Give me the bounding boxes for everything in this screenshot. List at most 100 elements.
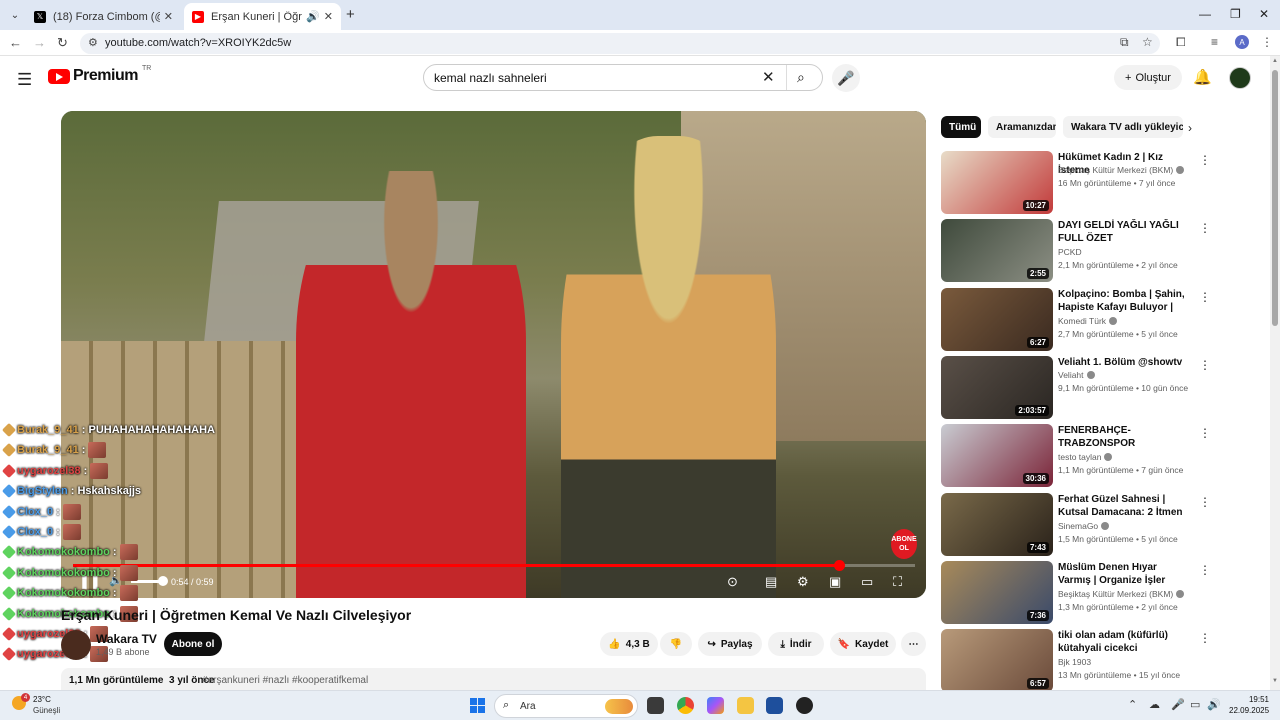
volume-icon[interactable]: 🔊	[1207, 698, 1221, 711]
weather-description[interactable]: Güneşli	[33, 706, 60, 715]
more-vertical-icon[interactable]: ⋮	[1199, 631, 1211, 645]
video-thumbnail[interactable]: 6:27	[941, 287, 1053, 351]
recommended-channel[interactable]: Komedi Türk	[1058, 316, 1118, 326]
account-avatar[interactable]	[1229, 67, 1251, 89]
recommended-title[interactable]: Kolpaçino: Bomba | Şahin, Hapiste Kafayı…	[1058, 288, 1190, 315]
tab-search-chevron-icon[interactable]: ⌄	[6, 6, 24, 24]
close-window-icon[interactable]: ✕	[1259, 7, 1269, 21]
search-icon[interactable]: ⌕	[797, 69, 805, 86]
speaker-icon[interactable]: 🔊	[306, 10, 320, 23]
store-icon[interactable]	[766, 697, 783, 714]
recommended-video[interactable]: 7:36 Müslüm Denen Hıyar Varmış | Organize…	[941, 560, 1211, 625]
video-thumbnail[interactable]: 7:36	[941, 560, 1053, 624]
windows-start-icon[interactable]	[470, 698, 485, 713]
weather-temperature[interactable]: 23°C	[33, 695, 51, 704]
chip-1[interactable]: Aramanızdan	[988, 116, 1056, 138]
miniplayer-icon[interactable]: ▣	[829, 574, 841, 590]
profile-avatar[interactable]: A	[1235, 35, 1249, 49]
close-tab-icon[interactable]: ✕	[324, 10, 333, 23]
channel-avatar[interactable]	[61, 630, 91, 660]
scroll-up-icon[interactable]: ▲	[1272, 58, 1278, 64]
channel-name[interactable]: Wakara TV	[96, 632, 157, 646]
bookmark-star-icon[interactable]: ☆	[1142, 35, 1153, 49]
settings-gear-icon[interactable]: ⚙	[797, 574, 809, 590]
new-tab-icon[interactable]: +	[346, 6, 355, 23]
recommended-title[interactable]: Ferhat Güzel Sahnesi | Kutsal Damacana: …	[1058, 493, 1190, 520]
page-scrollbar[interactable]: ▲ ▼	[1270, 56, 1280, 690]
network-icon[interactable]: ▭	[1190, 698, 1200, 711]
scrollbar-thumb[interactable]	[1272, 70, 1278, 326]
restore-icon[interactable]: ❐	[1230, 7, 1241, 21]
site-info-icon[interactable]: ⚙	[88, 36, 98, 49]
reload-icon[interactable]: ↻	[57, 35, 68, 51]
recommended-channel[interactable]: SinemaGo	[1058, 521, 1110, 531]
video-thumbnail[interactable]: 30:36	[941, 424, 1053, 488]
voice-search-mic-icon[interactable]: 🎤	[832, 64, 860, 92]
recommended-title[interactable]: tiki olan adam (küfürlü) kütahyali cicek…	[1058, 629, 1190, 655]
chip-0[interactable]: Tümü	[941, 116, 981, 138]
tab-forza-cimbom[interactable]: 𝕏 (18) Forza Cimbom (@forzacimbom) ✕	[26, 3, 181, 30]
more-actions-button[interactable]: ⋯	[901, 632, 926, 656]
forward-icon[interactable]: →	[33, 35, 46, 50]
recommended-video[interactable]: 6:57 tiki olan adam (küfürlü) kütahyali c…	[941, 629, 1211, 693]
description-box[interactable]: 1,1 Mn görüntüleme 3 yıl önce #erşankune…	[61, 668, 926, 692]
scroll-down-icon[interactable]: ▼	[1272, 678, 1278, 684]
recommended-channel[interactable]: testo taylan	[1058, 452, 1113, 462]
recommended-video[interactable]: 2:55 DAYI GELDİ YAĞLI YAĞLI FULL ÖZET PCKD…	[941, 219, 1211, 283]
install-app-icon[interactable]: ⧉	[1120, 35, 1129, 50]
address-bar[interactable]: ⚙ youtube.com/watch?v=XROIYK2dc5w	[80, 33, 1160, 54]
recommended-channel[interactable]: Veliaht	[1058, 370, 1095, 380]
kebab-menu-icon[interactable]: ⋮	[1261, 35, 1273, 49]
video-thumbnail[interactable]: 6:57	[941, 629, 1053, 693]
dislike-button[interactable]: 👎	[660, 632, 692, 656]
recommended-title[interactable]: FENERBAHÇE-TRABZONSPOR @KadıköyBoğasıOff…	[1058, 424, 1190, 451]
download-button[interactable]: ⤓ İndir	[768, 632, 824, 656]
more-vertical-icon[interactable]: ⋮	[1199, 221, 1211, 235]
system-clock[interactable]: 19:51 22.09.2025	[1229, 694, 1269, 716]
minimize-icon[interactable]: —	[1199, 7, 1211, 21]
more-vertical-icon[interactable]: ⋮	[1199, 495, 1211, 509]
more-vertical-icon[interactable]: ⋮	[1199, 153, 1211, 167]
chevron-right-icon[interactable]: ›	[1188, 121, 1192, 135]
youtube-premium-logo[interactable]: Premium TR	[48, 65, 151, 85]
video-thumbnail[interactable]: 10:27	[941, 151, 1053, 214]
app-icon[interactable]	[796, 697, 813, 714]
recommended-video[interactable]: 2:03:57 Veliaht 1. Bölüm @showtv Veliaht 9,…	[941, 355, 1211, 420]
hashtags[interactable]: #erşankuneri #nazlı #kooperatifkemal	[202, 675, 368, 686]
save-button[interactable]: 🔖 Kaydet	[830, 632, 896, 656]
copilot-icon[interactable]	[707, 697, 724, 714]
recommended-video[interactable]: 10:27 Hükümet Kadın 2 | Kız İsteme Beşikta…	[941, 151, 1211, 215]
hamburger-menu-icon[interactable]: ☰	[17, 70, 32, 90]
clear-search-icon[interactable]: ✕	[762, 68, 775, 86]
cloud-icon[interactable]: ☁	[1149, 698, 1160, 711]
search-input[interactable]: kemal nazlı sahneleri	[434, 71, 547, 85]
chevron-up-icon[interactable]: ⌃	[1128, 698, 1137, 711]
file-explorer-icon[interactable]	[737, 697, 754, 714]
recommended-channel[interactable]: Beşiktaş Kültür Merkezi (BKM)	[1058, 589, 1185, 599]
extensions-icon[interactable]: ⧠	[1176, 35, 1186, 50]
like-button[interactable]: 👍 4,3 B	[600, 632, 658, 656]
recommended-channel[interactable]: PCKD	[1058, 247, 1082, 257]
back-icon[interactable]: ←	[9, 35, 22, 50]
recommended-channel[interactable]: Bjk 1903	[1058, 657, 1091, 667]
recommended-video[interactable]: 6:27 Kolpaçino: Bomba | Şahin, Hapiste Ka…	[941, 287, 1211, 352]
microphone-icon[interactable]: 🎤	[1171, 698, 1185, 711]
theater-mode-icon[interactable]: ▭	[861, 574, 873, 590]
more-vertical-icon[interactable]: ⋮	[1199, 290, 1211, 304]
search-box[interactable]: kemal nazlı sahneleri ✕ ⌕	[423, 64, 823, 91]
subtitles-icon[interactable]: ▤	[765, 574, 777, 590]
subscribe-watermark-badge[interactable]: ABONE OL	[891, 529, 917, 559]
recommended-video[interactable]: 30:36 FENERBAHÇE-TRABZONSPOR @KadıköyBoğa…	[941, 424, 1211, 488]
more-vertical-icon[interactable]: ⋮	[1199, 426, 1211, 440]
video-thumbnail[interactable]: 7:43	[941, 492, 1053, 556]
task-view-icon[interactable]	[647, 697, 664, 714]
recommended-video[interactable]: 7:43 Ferhat Güzel Sahnesi | Kutsal Damaca…	[941, 492, 1211, 557]
chip-2[interactable]: Wakara TV adlı yükleyiciden	[1063, 116, 1183, 138]
more-vertical-icon[interactable]: ⋮	[1199, 358, 1211, 372]
taskbar-search[interactable]: ⌕ Ara	[494, 694, 638, 718]
reading-list-icon[interactable]: ≡	[1211, 35, 1218, 49]
recommended-title[interactable]: Veliaht 1. Bölüm @showtv	[1058, 356, 1190, 369]
subscribe-button[interactable]: Abone ol	[164, 632, 222, 656]
autoplay-toggle-icon[interactable]: ⊙	[727, 574, 738, 590]
recommended-channel[interactable]: Beşiktaş Kültür Merkezi (BKM)	[1058, 165, 1185, 175]
